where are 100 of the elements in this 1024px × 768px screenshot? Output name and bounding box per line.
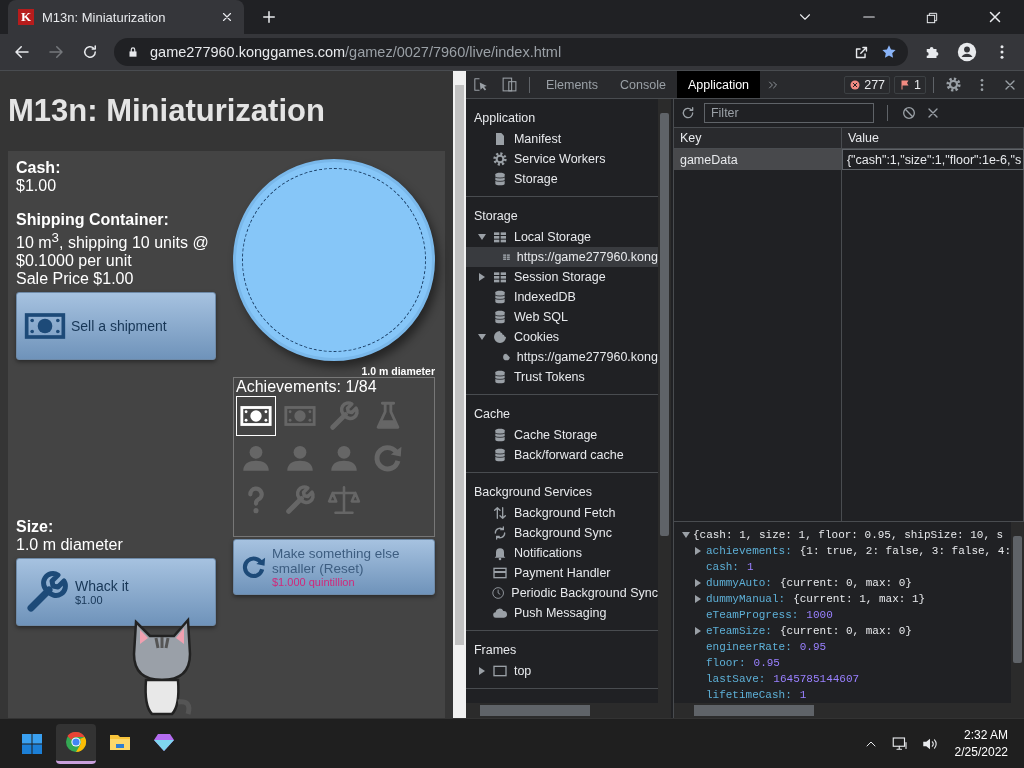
cookie-icon (491, 329, 508, 345)
key-cell[interactable]: gameData (673, 149, 842, 170)
property-value: 0.95 (753, 657, 780, 669)
property-name: dummyManual: (705, 593, 786, 605)
sidebar-section-title: Cache (472, 406, 512, 423)
property-value: 1 (746, 561, 754, 573)
sidebar-item[interactable]: Manifest (465, 129, 658, 149)
network-icon[interactable] (890, 734, 909, 753)
sidebar-item[interactable]: Cookies (465, 327, 658, 347)
property-name: floor: (705, 657, 746, 669)
tree-toggle-icon[interactable] (681, 531, 690, 539)
property-value: 0.95 (799, 641, 827, 653)
tree-toggle-icon[interactable] (477, 667, 486, 675)
sidebar-item[interactable]: top (465, 661, 658, 681)
property-value: {current: 1, max: 1} (793, 593, 926, 605)
devtools-tab[interactable]: Application (676, 71, 761, 98)
address-bar[interactable]: game277960.konggames.com/gamez/0027/7960/live/index.html (114, 38, 908, 66)
page-scrollbar[interactable] (452, 71, 466, 718)
sidebar-item[interactable]: Service Workers (465, 149, 658, 169)
sidebar-section-title: Background Services (472, 484, 594, 501)
property-value: {current: 0, max: 0} (779, 625, 912, 637)
sidebar-item[interactable]: Storage (465, 169, 658, 189)
tree-toggle-icon[interactable] (477, 233, 486, 241)
preview-horizontal-scrollbar[interactable] (673, 703, 1024, 718)
tab-title: M13n: Miniaturization (42, 9, 167, 25)
clock-icon (491, 585, 506, 601)
sidebar-item[interactable]: Trust Tokens (465, 367, 658, 387)
container-description: 10 m$^{3}$, shipping 10 units @ $0.1000 per unit (16, 229, 210, 271)
browser-logo-icon[interactable] (64, 730, 88, 754)
whack-button[interactable]: Whack it $1.00 (16, 558, 216, 627)
sidebar-item[interactable]: Payment Handler (465, 563, 658, 583)
sidebar-item[interactable]: https://game277960.kong (465, 247, 658, 267)
grid-icon (491, 229, 508, 245)
column-header[interactable]: Value (841, 128, 1024, 148)
sidebar-item[interactable]: Notifications (465, 543, 658, 563)
property-value: 1645785144607 (773, 673, 860, 685)
sidebar-section-title: Frames (472, 642, 518, 659)
property-name: achievements: (705, 545, 792, 557)
clock-time[interactable]: 2:32 AM (963, 726, 1008, 744)
card-icon (491, 565, 508, 581)
grid-icon (491, 269, 508, 285)
sidebar-section-title: Storage (472, 208, 519, 225)
sidebar-item[interactable]: Local Storage (465, 227, 658, 247)
sidebar-item[interactable]: Periodic Background Sync (465, 583, 658, 603)
tree-toggle-icon[interactable] (693, 595, 702, 603)
property-name: engineerRate: (705, 641, 792, 653)
clock-date[interactable]: 2/25/2022 (954, 743, 1008, 761)
tree-toggle-icon[interactable] (693, 547, 702, 555)
devtools-tab[interactable]: Console (609, 71, 677, 98)
sidebar-item[interactable]: Web SQL (465, 307, 658, 327)
tree-toggle-icon[interactable] (477, 273, 486, 281)
property-value: 1000 (806, 609, 833, 621)
sidebar-item[interactable]: Push Messaging (465, 603, 658, 623)
value-cell[interactable]: {"cash":1,"size":1,"floor":1e-6,"s (841, 149, 1024, 170)
sidebar-item[interactable]: Session Storage (465, 267, 658, 287)
plus-icon[interactable] (260, 8, 278, 26)
devtools-tab[interactable]: Elements (534, 71, 610, 98)
clear-icon[interactable] (900, 105, 917, 121)
sidebar-item[interactable]: Background Fetch (465, 503, 658, 523)
filter-field[interactable]: Filter (703, 103, 874, 123)
url-text: game277960.konggames.com/gamez/0027/7960/live/index.html (150, 44, 562, 60)
property-name: lifetimeCash: (705, 689, 792, 701)
diameter-caption: 1.0 m diameter (360, 365, 435, 377)
issue-count-badge[interactable]: 1 (894, 75, 926, 94)
restore-icon[interactable] (924, 10, 940, 26)
property-value: 1 (799, 689, 807, 701)
sidebar-item[interactable]: IndexedDB (465, 287, 658, 307)
property-name: eTeamSize: (705, 625, 772, 637)
browser-tab[interactable]: K M13n: Miniaturization (8, 0, 244, 34)
property-name: cash: (705, 561, 739, 573)
sell-button[interactable]: Sell a shipment (16, 292, 216, 361)
up-down-arrows-icon (491, 505, 508, 521)
sidebar-scrollbar[interactable] (657, 99, 671, 703)
tree-toggle-icon[interactable] (477, 333, 486, 341)
tree-toggle-icon[interactable] (693, 579, 702, 587)
property-name: dummyAuto: (705, 577, 772, 589)
gear-icon (491, 151, 508, 167)
sidebar-item[interactable]: Cache Storage (465, 425, 658, 445)
sidebar-item[interactable]: https://game277960.kong (465, 347, 658, 367)
preview-scrollbar[interactable] (1011, 522, 1024, 703)
sidebar-horizontal-scrollbar[interactable] (465, 703, 671, 718)
property-value: {1: true, 2: false, 3: false, 4: (799, 545, 1011, 557)
sidebar-section-title: Application (472, 110, 537, 127)
object-summary: {cash: 1, size: 1, floor: 0.95, shipSize: 10, s (692, 529, 1004, 541)
error-icon (849, 78, 862, 91)
tree-toggle-icon[interactable] (693, 627, 702, 635)
game-title: M13n: Miniaturization (8, 93, 326, 129)
sidebar-item[interactable]: Background Sync (465, 523, 658, 543)
error-count-badge[interactable]: 277 (844, 75, 891, 94)
close-icon[interactable] (220, 10, 234, 24)
cash-label: Cash: (16, 159, 62, 177)
sidebar-item[interactable]: Back/forward cache (465, 445, 658, 465)
site-favicon: K (18, 9, 34, 25)
sale-price: Sale Price $1.00 (16, 270, 135, 289)
windows-logo-icon[interactable] (20, 731, 44, 756)
size-value: 1.0 m diameter (16, 536, 124, 555)
column-header[interactable]: Key (673, 128, 842, 148)
property-name: lastSave: (705, 673, 766, 685)
size-label: Size: (16, 518, 55, 537)
achievements-title: Achievements: 1/84 (236, 378, 378, 396)
